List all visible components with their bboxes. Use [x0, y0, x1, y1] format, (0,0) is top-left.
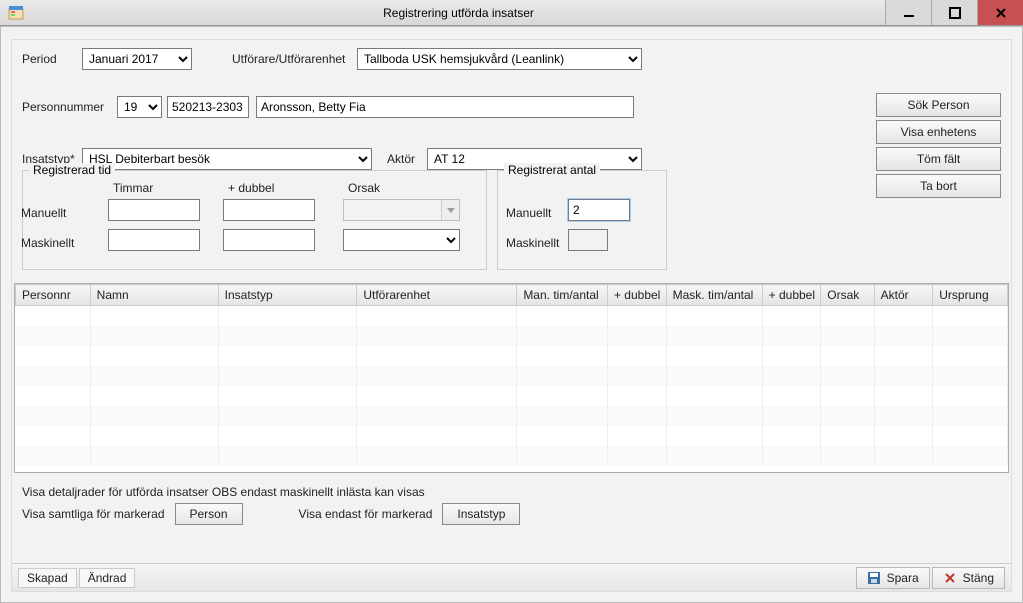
- manuellt-antal-input[interactable]: [568, 199, 630, 221]
- manuellt-timmar-input[interactable]: [108, 199, 200, 221]
- period-label: Period: [22, 52, 57, 66]
- status-bar: Skapad Ändrad Spara Stäng: [12, 563, 1011, 591]
- insatser-grid[interactable]: PersonnrNamnInsatstypUtförarenhetMan. ti…: [14, 283, 1009, 473]
- table-row[interactable]: [16, 386, 1008, 406]
- registrerad-tid-group: Registrerad tid Timmar + dubbel Orsak Ma…: [22, 170, 487, 270]
- stang-button[interactable]: Stäng: [932, 567, 1005, 589]
- maskinellt-dubbel-field: [223, 229, 315, 251]
- century-select[interactable]: 19: [117, 96, 162, 118]
- visa-endast-label: Visa endast för markerad: [299, 507, 433, 521]
- grid-header[interactable]: Aktör: [874, 285, 933, 306]
- detail-info-text: Visa detaljrader för utförda insatser OB…: [22, 485, 425, 499]
- minimize-button[interactable]: [885, 0, 931, 25]
- chevron-down-icon: [441, 200, 459, 220]
- grid-header[interactable]: Utförarenhet: [357, 285, 517, 306]
- period-select[interactable]: Januari 2017: [82, 48, 192, 70]
- personnummer-input[interactable]: [167, 96, 249, 118]
- insatstyp-filter-button[interactable]: Insatstyp: [442, 503, 520, 525]
- table-row[interactable]: [16, 346, 1008, 366]
- app-icon: [6, 3, 26, 23]
- visa-enhetens-personer-button[interactable]: Visa enhetens personer: [876, 120, 1001, 144]
- spara-button[interactable]: Spara: [856, 567, 930, 589]
- stang-label: Stäng: [963, 571, 994, 585]
- manuellt-orsak-combo: [343, 199, 460, 221]
- client-area: Period Januari 2017 Utförare/Utförarenhe…: [0, 26, 1023, 603]
- titlebar: Registrering utförda insatser: [0, 0, 1023, 26]
- visa-samtliga-label: Visa samtliga för markerad: [22, 507, 165, 521]
- maskinellt-timmar-field: [108, 229, 200, 251]
- table-row[interactable]: [16, 446, 1008, 466]
- utforare-select[interactable]: Tallboda USK hemsjukvård (Leanlink): [357, 48, 642, 70]
- maskinellt-antal-label: Maskinellt: [506, 236, 559, 250]
- utforare-label: Utförare/Utförarenhet: [232, 52, 345, 66]
- grid-header[interactable]: + dubbel: [607, 285, 666, 306]
- close-icon: [943, 571, 957, 585]
- save-icon: [867, 571, 881, 585]
- dubbel-header: + dubbel: [228, 181, 274, 195]
- table-row[interactable]: [16, 326, 1008, 346]
- manuellt-antal-label: Manuellt: [506, 206, 551, 220]
- grid-header[interactable]: Insatstyp: [218, 285, 357, 306]
- insatstyp-select[interactable]: HSL Debiterbart besök: [82, 148, 372, 170]
- sok-person-button[interactable]: Sök Person: [876, 93, 1001, 117]
- table-row[interactable]: [16, 406, 1008, 426]
- andrad-cell: Ändrad: [79, 568, 136, 588]
- skapad-cell: Skapad: [18, 568, 77, 588]
- registrerat-antal-legend: Registrerat antal: [504, 163, 600, 177]
- grid-header[interactable]: Mask. tim/antal: [666, 285, 762, 306]
- form-panel: Period Januari 2017 Utförare/Utförarenhe…: [11, 39, 1012, 592]
- person-name-field[interactable]: [256, 96, 634, 118]
- close-button[interactable]: [977, 0, 1023, 25]
- spara-label: Spara: [887, 571, 919, 585]
- maximize-button[interactable]: [931, 0, 977, 25]
- registrerad-tid-legend: Registrerad tid: [29, 163, 115, 177]
- maskinellt-tid-label: Maskinellt: [21, 236, 101, 250]
- timmar-header: Timmar: [113, 181, 153, 195]
- grid-header[interactable]: Personnr: [16, 285, 91, 306]
- grid-header[interactable]: Namn: [90, 285, 218, 306]
- person-filter-button[interactable]: Person: [175, 503, 243, 525]
- maskinellt-orsak-select[interactable]: [343, 229, 460, 251]
- aktor-label: Aktör: [387, 152, 415, 166]
- ta-bort-button[interactable]: Ta bort: [876, 174, 1001, 198]
- tom-falt-button[interactable]: Töm fält: [876, 147, 1001, 171]
- grid-header[interactable]: Man. tim/antal: [517, 285, 608, 306]
- manuellt-dubbel-input[interactable]: [223, 199, 315, 221]
- maskinellt-antal-field: [568, 229, 608, 251]
- grid-header[interactable]: Ursprung: [933, 285, 1008, 306]
- registrerat-antal-group: Registrerat antal Manuellt Maskinellt: [497, 170, 667, 270]
- orsak-header: Orsak: [348, 181, 380, 195]
- grid-header[interactable]: Orsak: [821, 285, 874, 306]
- grid-header[interactable]: + dubbel: [762, 285, 821, 306]
- table-row[interactable]: [16, 426, 1008, 446]
- table-row[interactable]: [16, 306, 1008, 326]
- window-title: Registrering utförda insatser: [32, 6, 885, 20]
- table-row[interactable]: [16, 366, 1008, 386]
- manuellt-tid-label: Manuellt: [21, 206, 101, 220]
- personnummer-label: Personnummer: [22, 100, 104, 114]
